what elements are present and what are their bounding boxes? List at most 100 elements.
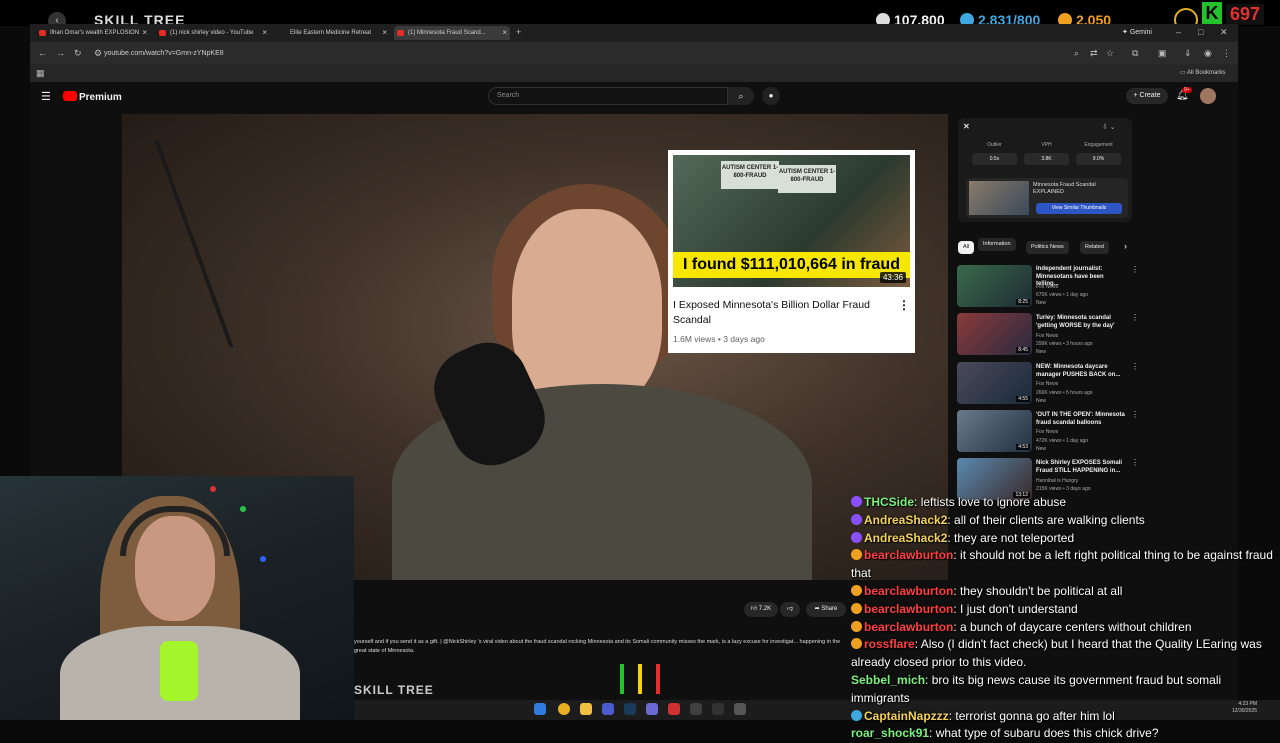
stat-value: 3.8K	[1024, 153, 1069, 165]
related-channel[interactable]: Fox News	[1036, 284, 1058, 290]
new-badge: New	[1036, 349, 1047, 355]
create-button[interactable]: + Create	[1126, 88, 1168, 104]
video-card-title[interactable]: I Exposed Minnesota's Billion Dollar Fra…	[673, 298, 888, 328]
bits-badge-icon	[851, 584, 862, 596]
all-bookmarks-button[interactable]: ▭ All Bookmarks	[1180, 69, 1225, 76]
related-title[interactable]: Turley: Minnesota scandal 'getting WORSE…	[1036, 315, 1128, 330]
browser-tab-active[interactable]: (1) Minnesota Fraud Scand... ×	[394, 26, 510, 40]
bookmark-star-icon[interactable]: ☆	[1106, 48, 1114, 59]
browser-menu-icon[interactable]: ⋮	[1222, 48, 1231, 59]
chat-app-icon[interactable]	[646, 703, 658, 715]
related-channel[interactable]: Hannibal is Hungry	[1036, 478, 1078, 484]
chrome-icon[interactable]	[558, 703, 570, 715]
green-microphone	[160, 641, 198, 701]
search-input[interactable]: Search	[488, 87, 728, 105]
minimize-icon[interactable]: –	[1176, 27, 1181, 37]
new-badge: New	[1036, 300, 1047, 306]
obs-icon[interactable]	[690, 703, 702, 715]
forward-icon[interactable]: →	[56, 48, 65, 58]
site-info-icon[interactable]: ⚙	[94, 48, 102, 59]
sidepanel-icon[interactable]: ▣	[1158, 48, 1167, 59]
video-description[interactable]: yourself and if you send it as a gift. |…	[354, 638, 854, 656]
reload-icon[interactable]: ↻	[74, 48, 82, 59]
share-label: Share	[821, 606, 838, 612]
chip-information[interactable]: Information	[978, 238, 1016, 251]
kebab-menu-icon[interactable]: ⋮	[1131, 265, 1139, 274]
like-button[interactable]: 👍︎ 7.2K	[744, 602, 778, 617]
chevron-right-icon[interactable]: ›	[1124, 241, 1127, 251]
kebab-menu-icon[interactable]: ⋮	[1131, 362, 1139, 371]
thumbs-down-icon: 👎︎	[786, 606, 794, 612]
chat-username: AndreaShack2	[864, 512, 948, 527]
related-channel[interactable]: Fox News	[1036, 333, 1058, 339]
zoom-icon[interactable]: ⌕	[1074, 48, 1079, 59]
related-title[interactable]: Nick Shirley EXPOSES Somali Fraud STILL …	[1036, 460, 1128, 475]
chat-text: they shouldn't be political at all	[960, 583, 1123, 598]
chip-related[interactable]: Related	[1080, 241, 1109, 254]
extensions-icon[interactable]: ⧉	[1132, 48, 1138, 59]
kebab-menu-icon[interactable]: ⋮	[1131, 313, 1139, 322]
close-tab-icon[interactable]: ×	[382, 26, 387, 40]
sub-badge-icon	[851, 531, 862, 543]
browser-tab[interactable]: Elite Eastern Medicine Retreat ×	[276, 26, 390, 40]
duration-badge: 4:55	[1016, 396, 1030, 402]
apps-grid-icon[interactable]: ▦	[36, 68, 45, 79]
view-similar-button[interactable]: View Similar Thumbnails	[1036, 203, 1122, 214]
kebab-menu-icon[interactable]: ⋮	[1131, 410, 1139, 419]
video-card-thumbnail[interactable]: AUTISM CENTER 1-800-FRAUD AUTISM CENTER …	[673, 155, 910, 287]
stat-label: Engagement	[1084, 142, 1113, 148]
k-count: 697	[1226, 4, 1265, 25]
app-icon[interactable]	[712, 703, 724, 715]
profile-icon[interactable]: ◉	[1204, 48, 1212, 59]
dislike-button[interactable]: 👎︎	[780, 602, 800, 617]
close-tab-icon[interactable]: ×	[142, 26, 147, 40]
related-thumbnail[interactable]: 4:55	[957, 362, 1032, 404]
share-button[interactable]: ➦ Share	[806, 602, 846, 617]
url-field[interactable]: youtube.com/watch?v=Gmn-zYNpKE8	[104, 47, 1094, 60]
kebab-menu-icon[interactable]: ⋮	[1131, 458, 1139, 467]
chat-text: a bunch of daycare centers without child…	[960, 619, 1192, 634]
youtube-logo[interactable]: Premium	[63, 91, 122, 103]
avatar[interactable]	[1200, 88, 1216, 104]
share-icon: ➦	[814, 606, 820, 612]
related-thumbnail[interactable]: 4:53	[957, 410, 1032, 452]
related-title[interactable]: NEW: Minnesota daycare manager PUSHES BA…	[1036, 364, 1128, 379]
download-icon[interactable]: ⇓	[1184, 48, 1192, 59]
related-thumbnail[interactable]: 8:45	[957, 313, 1032, 355]
search-button[interactable]: ⌕	[728, 87, 754, 105]
maximize-icon[interactable]: □	[1198, 27, 1203, 37]
chip-all[interactable]: All	[958, 241, 975, 254]
back-icon[interactable]: ←	[38, 48, 47, 58]
close-tab-icon[interactable]: ×	[262, 26, 267, 40]
kebab-menu-icon[interactable]: ⋮	[898, 298, 910, 312]
related-thumbnail[interactable]: 8:25	[957, 265, 1032, 307]
related-meta: 472K views • 1 day ago	[1036, 438, 1089, 444]
audio-bar	[620, 664, 624, 694]
new-tab-icon[interactable]: +	[516, 27, 521, 37]
start-icon[interactable]	[534, 703, 546, 715]
duration-badge: 43:36	[879, 272, 906, 283]
close-tab-icon[interactable]: ×	[502, 26, 507, 40]
close-window-icon[interactable]: ✕	[1220, 27, 1228, 38]
voice-search-button[interactable]: ●	[762, 87, 780, 105]
gemini-button[interactable]: ✦ Gemini	[1122, 28, 1152, 36]
chat-message: bearclawburton: they shouldn't be politi…	[851, 583, 1280, 601]
chat-username: bearclawburton	[864, 583, 954, 598]
chip-politics-news[interactable]: Politics News	[1026, 241, 1069, 254]
folder-icon[interactable]	[580, 703, 592, 715]
browser-tab[interactable]: (1) nick shirley video - YouTube ×	[156, 26, 270, 40]
related-title[interactable]: 'OUT IN THE OPEN': Minnesota fraud scand…	[1036, 412, 1128, 427]
steam-icon[interactable]	[624, 703, 636, 715]
app-icon[interactable]	[734, 703, 746, 715]
record-icon[interactable]	[668, 703, 680, 715]
related-channel[interactable]: Fox News	[1036, 429, 1058, 435]
translate-icon[interactable]: ⇄	[1090, 48, 1098, 59]
duration-badge: 4:53	[1016, 444, 1030, 450]
chat-username: rossflare	[864, 637, 915, 652]
discord-icon[interactable]	[602, 703, 614, 715]
chat-text: leftists love to ignore abuse	[920, 495, 1067, 509]
browser-tab[interactable]: Ilhan Omar's wealth EXPLOSION ×	[36, 26, 150, 40]
extension-download-icon[interactable]: ⇩ ⌄	[1102, 123, 1116, 131]
related-channel[interactable]: Fox News	[1036, 381, 1058, 387]
hamburger-menu-icon[interactable]: ☰	[41, 90, 51, 103]
